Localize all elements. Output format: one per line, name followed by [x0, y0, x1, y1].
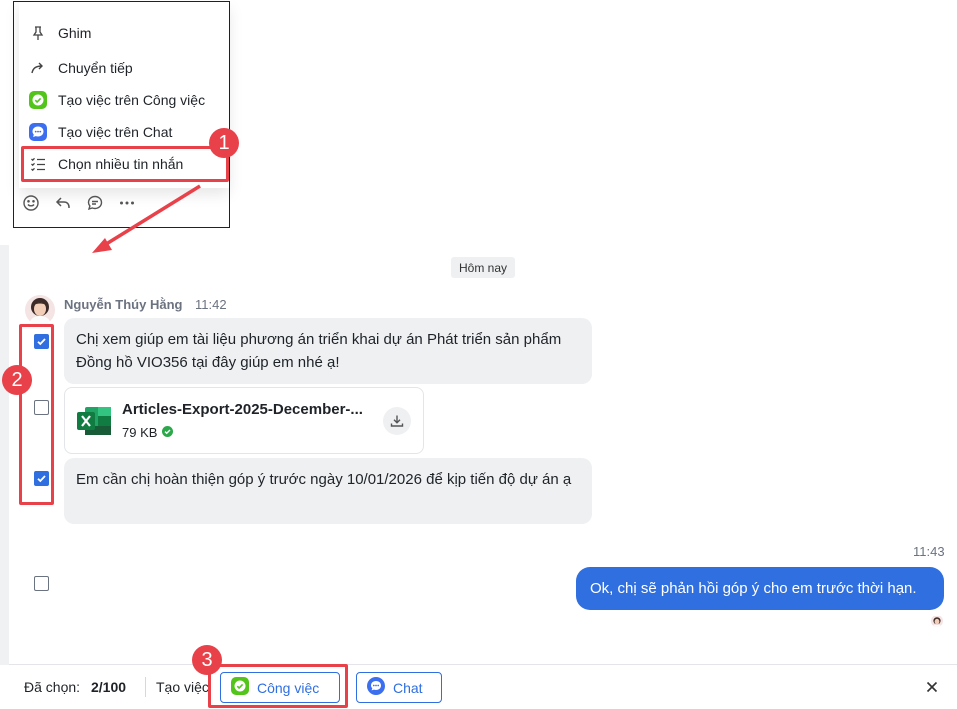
- file-size-row: 79 KB: [122, 425, 174, 440]
- excel-file-icon: [77, 407, 111, 440]
- file-attachment[interactable]: Articles-Export-2025-December-... 79 KB: [64, 387, 424, 454]
- message-time: 11:42: [195, 297, 227, 312]
- file-name: Articles-Export-2025-December-...: [122, 401, 363, 418]
- message-bubble[interactable]: Em cần chị hoàn thiện góp ý trước ngày 1…: [64, 458, 592, 524]
- download-icon: [390, 415, 404, 427]
- avatar[interactable]: [25, 295, 55, 325]
- download-button[interactable]: [383, 407, 411, 435]
- message-checkbox[interactable]: [34, 576, 49, 591]
- message-text: Chị xem giúp em tài liệu phương án triển…: [76, 331, 562, 371]
- button-label: Chat: [393, 679, 423, 696]
- highlight-checkboxes: [19, 324, 54, 505]
- divider: [145, 677, 146, 697]
- step-badge-2: 2: [2, 365, 32, 395]
- create-task-label: Tạo việc: [156, 679, 209, 695]
- selected-label: Đã chọn:: [24, 679, 81, 695]
- create-chat-task-button[interactable]: Chat: [356, 672, 442, 703]
- sender-name: Nguyễn Thúy Hằng: [64, 297, 183, 312]
- outgoing-message-bubble[interactable]: Ok, chị sẽ phản hồi góp ý cho em trước t…: [576, 567, 944, 610]
- message-text: Em cần chị hoàn thiện góp ý trước ngày 1…: [76, 471, 572, 488]
- close-selection-button[interactable]: [922, 677, 942, 697]
- selection-bar: Đã chọn: 2/100 Tạo việc Công việc Chat: [9, 664, 957, 709]
- highlight-task-button: [208, 664, 348, 708]
- chat-app-icon: [367, 677, 385, 698]
- message-time: 11:43: [913, 544, 945, 559]
- message-bubble[interactable]: Chị xem giúp em tài liệu phương án triển…: [64, 318, 592, 384]
- date-divider: Hôm nay: [451, 257, 516, 278]
- file-size: 79 KB: [122, 425, 158, 440]
- selected-count: 2/100: [91, 679, 127, 695]
- message-text: Ok, chị sẽ phản hồi góp ý cho em trước t…: [590, 580, 917, 597]
- upload-complete-icon: [162, 425, 174, 440]
- step-badge-3: 3: [192, 645, 222, 675]
- close-icon: [926, 681, 938, 693]
- seen-avatar: [931, 615, 943, 627]
